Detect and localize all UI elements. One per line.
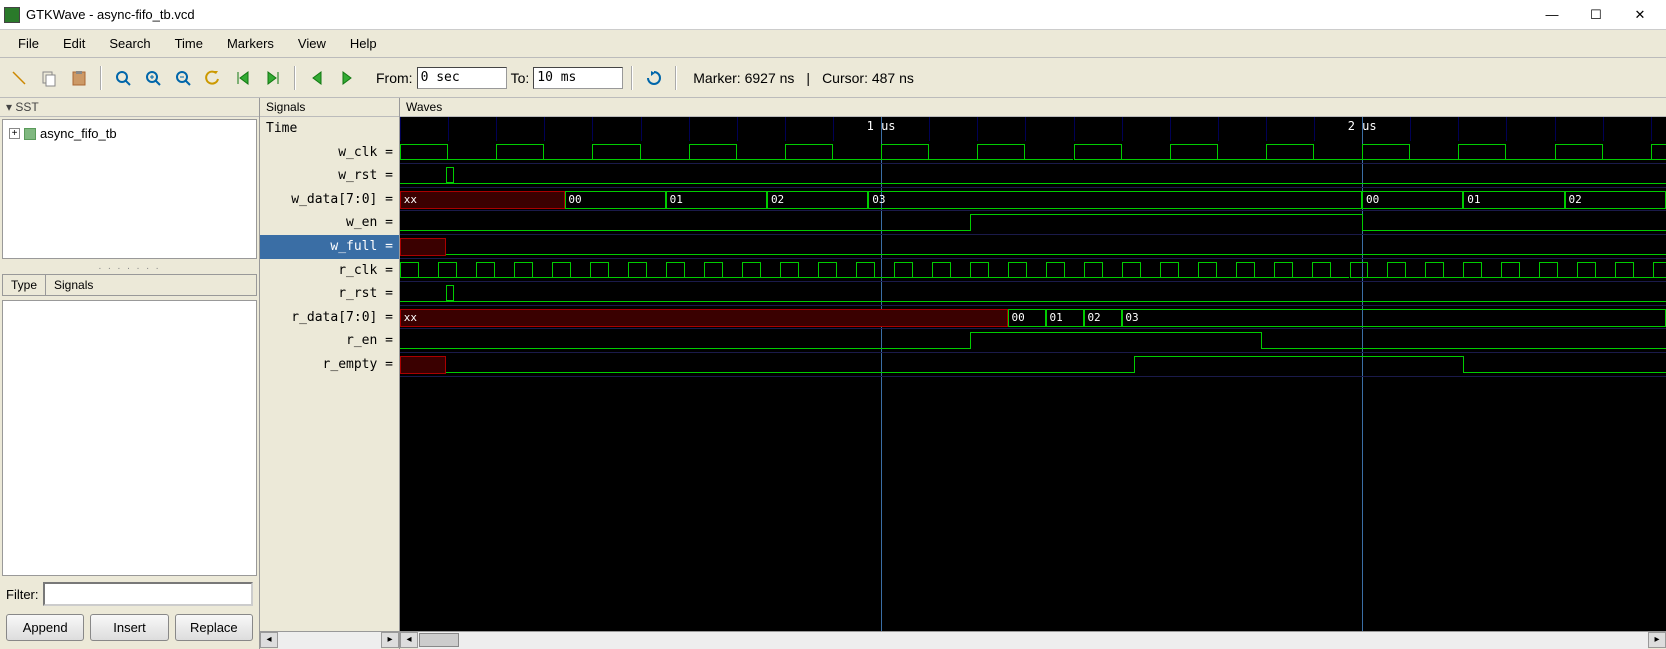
marker-status: Marker: 6927 ns [693,70,794,86]
scroll-left-icon[interactable]: ◂ [260,632,278,648]
type-signals-tabs: Type Signals [2,274,257,296]
prev-edge-icon[interactable] [304,65,330,91]
signal-row[interactable]: r_empty = [260,353,399,377]
from-label: From: [376,70,413,86]
minimize-button[interactable]: — [1530,1,1574,29]
button-row: Append Insert Replace [0,610,259,649]
signal-row[interactable]: w_rst = [260,164,399,188]
waves-panel: Waves 1 us2 usxx00010203000102xx00010203… [400,98,1666,649]
tree-root[interactable]: + async_fifo_tb [7,124,252,143]
signals-panel: Signals Timew_clk =w_rst =w_data[7:0] =w… [260,98,400,649]
menu-search[interactable]: Search [99,32,160,55]
signals-hscroll[interactable]: ◂ ▸ [260,631,399,649]
signal-row[interactable]: w_clk = [260,141,399,165]
toolbar-separator [100,66,102,90]
waves-hscroll[interactable]: ◂ ▸ [400,631,1666,649]
signal-row[interactable]: r_clk = [260,259,399,283]
scroll-right-icon[interactable]: ▸ [1648,632,1666,648]
scroll-right-icon[interactable]: ▸ [381,632,399,648]
from-input[interactable] [417,67,507,89]
append-button[interactable]: Append [6,614,84,641]
sst-tree[interactable]: + async_fifo_tb [2,119,257,259]
signals-list-area[interactable] [2,300,257,576]
insert-button[interactable]: Insert [90,614,168,641]
module-icon [24,128,36,140]
signal-row[interactable]: w_data[7:0] = [260,188,399,212]
menu-help[interactable]: Help [340,32,387,55]
sst-panel: ▾ SST + async_fifo_tb . . . . . . . Type… [0,98,260,649]
copy-icon[interactable] [36,65,62,91]
undo-icon[interactable] [200,65,226,91]
scroll-track[interactable] [278,632,381,649]
window-title: GTKWave - async-fifo_tb.vcd [26,7,1530,22]
next-edge-icon[interactable] [334,65,360,91]
tree-root-label: async_fifo_tb [40,126,117,141]
menu-file[interactable]: File [8,32,49,55]
menu-time[interactable]: Time [165,32,213,55]
scroll-left-icon[interactable]: ◂ [400,632,418,648]
menu-edit[interactable]: Edit [53,32,95,55]
signal-row[interactable]: r_en = [260,329,399,353]
app-icon [4,7,20,23]
seek-end-icon[interactable] [260,65,286,91]
filter-input[interactable] [43,582,254,606]
zoom-out-icon[interactable] [170,65,196,91]
zoom-fit-icon[interactable] [110,65,136,91]
sst-title-label: SST [15,100,38,114]
time-row: Time [260,117,399,141]
maximize-button[interactable]: ☐ [1574,1,1618,29]
signal-row[interactable]: w_en = [260,211,399,235]
signals-list[interactable]: Timew_clk =w_rst =w_data[7:0] =w_en =w_f… [260,117,399,631]
scroll-thumb[interactable] [419,633,459,647]
seek-start-icon[interactable] [230,65,256,91]
paste-icon[interactable] [66,65,92,91]
body: ▾ SST + async_fifo_tb . . . . . . . Type… [0,98,1666,649]
type-tab[interactable]: Type [3,275,46,295]
toolbar-separator [675,66,677,90]
to-label: To: [511,70,530,86]
signal-row[interactable]: r_data[7:0] = [260,306,399,330]
reload-icon[interactable] [641,65,667,91]
zoom-in-icon[interactable] [140,65,166,91]
menu-bar: FileEditSearchTimeMarkersViewHelp [0,30,1666,58]
pane-resizer[interactable]: . . . . . . . [0,261,259,272]
toolbar-separator [631,66,633,90]
toolbar: From: To: Marker: 6927 ns | Cursor: 487 … [0,58,1666,98]
title-bar: GTKWave - async-fifo_tb.vcd — ☐ ✕ [0,0,1666,30]
cut-icon[interactable] [6,65,32,91]
tree-expander-icon[interactable]: + [9,128,20,139]
waves-header: Waves [400,98,1666,117]
cursor-status: Cursor: 487 ns [822,70,914,86]
wave-canvas[interactable]: 1 us2 usxx00010203000102xx00010203 [400,117,1666,631]
close-button[interactable]: ✕ [1618,1,1662,29]
filter-label: Filter: [6,587,39,602]
sst-title: ▾ SST [0,98,259,117]
signals-tab[interactable]: Signals [46,275,256,295]
replace-button[interactable]: Replace [175,614,253,641]
separator-pipe: | [806,70,810,86]
menu-view[interactable]: View [288,32,336,55]
signals-header: Signals [260,98,399,117]
signal-row[interactable]: r_rst = [260,282,399,306]
to-input[interactable] [533,67,623,89]
toolbar-separator [294,66,296,90]
filter-row: Filter: [0,578,259,610]
signal-row[interactable]: w_full = [260,235,399,259]
menu-markers[interactable]: Markers [217,32,284,55]
scroll-track[interactable] [418,632,1648,649]
